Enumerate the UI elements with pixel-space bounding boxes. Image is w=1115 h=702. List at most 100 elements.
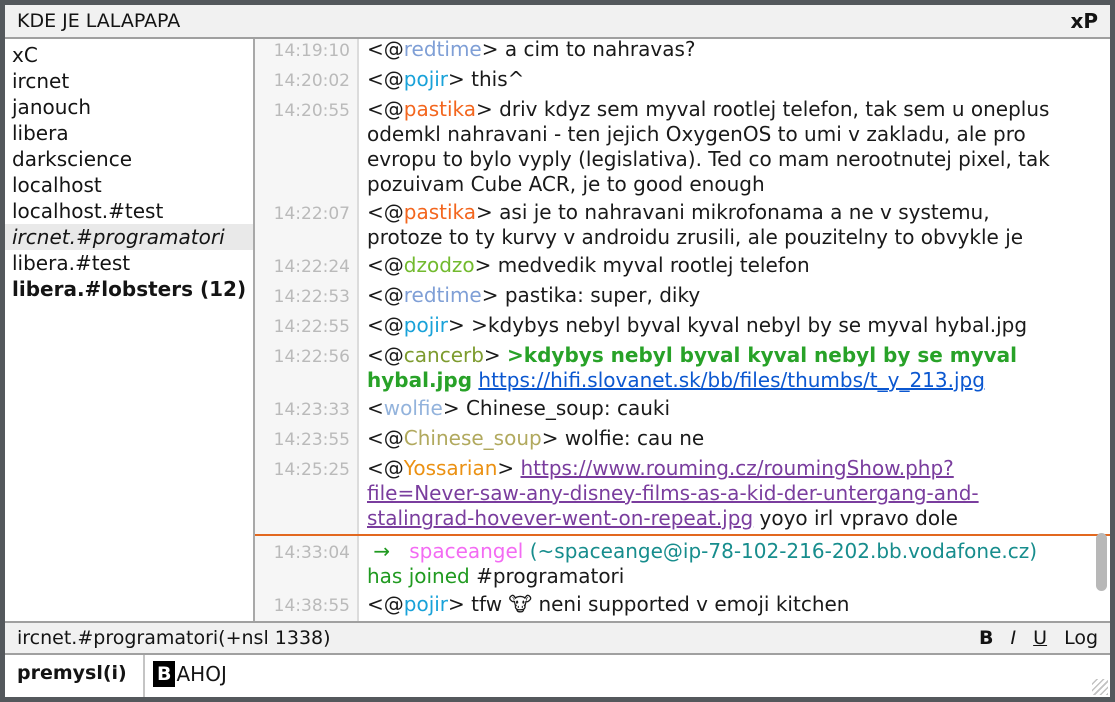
nick: redtime	[404, 39, 482, 61]
sidebar-item[interactable]: localhost.#test	[5, 198, 253, 224]
message-body: <@pastika> driv kdyz sem myval rootlej t…	[367, 97, 1110, 197]
message-list: vadi, tak at mi nevola14:19:10<@redtime>…	[255, 39, 1110, 621]
message-body: <@cancerb> >kdybys nebyl byval kyval neb…	[367, 343, 1110, 393]
timestamp: 14:22:53	[255, 285, 359, 310]
message-body: <@pojir> tfw 🐮 neni supported v emoji ki…	[367, 592, 1110, 617]
main-area: xCircnetjanouchliberadarksciencelocalhos…	[5, 39, 1110, 621]
message-body: <@Yossarian> https://www.rouming.cz/roum…	[367, 456, 1110, 531]
nick: pastika	[404, 97, 476, 121]
link[interactable]: https://hifi.slovanet.sk/bb/files/thumbs…	[478, 368, 985, 392]
sidebar-item[interactable]: libera.#test	[5, 250, 253, 276]
join-arrow: →	[373, 539, 390, 563]
timestamp: 14:19:10	[255, 39, 359, 64]
text-segment: <@	[367, 592, 404, 616]
text-segment: > wolfie: cau ne	[542, 426, 705, 450]
underline-button[interactable]: U	[1033, 627, 1047, 649]
message-body: <@redtime> pastika: super, diky	[367, 283, 1110, 308]
nick: Yossarian	[404, 456, 498, 480]
chat-message: 14:25:25 <@Yossarian> https://www.rouming…	[255, 456, 1110, 531]
text-segment: > a cim to nahravas?	[482, 39, 696, 61]
nick: pastika	[404, 200, 476, 224]
text-segment: <	[367, 396, 384, 420]
sidebar-item[interactable]: ircnet.#programatori	[5, 224, 253, 250]
chat-message: 14:19:10 <@redtime> a cim to nahravas?	[255, 39, 1110, 64]
sidebar-item[interactable]: libera.#lobsters (12)	[5, 276, 253, 302]
chat-area: vadi, tak at mi nevola14:19:10<@redtime>…	[255, 39, 1110, 621]
sidebar-item[interactable]: libera	[5, 120, 253, 146]
text-segment: <@	[367, 343, 404, 367]
message-body: <@dzodzo> medvedik myval rootlej telefon	[367, 253, 1110, 278]
text-segment: > tfw 🐮 neni supported v emoji kitchen	[448, 592, 849, 616]
sidebar-item[interactable]: xC	[5, 42, 253, 68]
nick: pojir	[404, 592, 448, 616]
nick: dzodzo	[404, 253, 475, 277]
nick: cancerb	[404, 343, 484, 367]
text-segment: <@	[367, 97, 404, 121]
nick: spaceangel	[409, 539, 523, 563]
chat-message: 14:20:55 <@pastika> driv kdyz sem myval r…	[255, 97, 1110, 197]
nick: pojir	[404, 67, 448, 91]
bold-control-char: B	[153, 661, 175, 687]
message-body: <@pojir> >kdybys nebyl byval kyval nebyl…	[367, 313, 1110, 338]
join-message: 14:33:04 → spaceangel (~spaceange@ip-78-…	[255, 539, 1110, 589]
log-button[interactable]: Log	[1064, 627, 1098, 649]
text-segment: <@	[367, 200, 404, 224]
bold-button[interactable]: B	[979, 627, 993, 649]
text-segment: >	[484, 343, 507, 367]
hostmask: (~spaceange@ip-78-102-216-202.bb.vodafon…	[530, 539, 1037, 563]
text-segment: #programatori	[470, 564, 625, 588]
nick: Chinese_soup	[404, 426, 542, 450]
text-segment: > Chinese_soup: cauki	[443, 396, 670, 420]
text-segment: has joined	[367, 564, 470, 588]
italic-button[interactable]: I	[1011, 627, 1017, 649]
message-body: <wolfie> Chinese_soup: cauki	[367, 396, 1110, 421]
nick: pojir	[404, 313, 448, 337]
chat-message: 14:23:55 <@Chinese_soup> wolfie: cau ne	[255, 426, 1110, 453]
resize-grip-icon[interactable]	[1092, 679, 1108, 695]
timestamp: 14:25:25	[255, 458, 359, 483]
sidebar-item[interactable]: janouch	[5, 94, 253, 120]
timestamp: 14:22:24	[255, 255, 359, 280]
timestamp: 14:20:55	[255, 99, 359, 124]
text-segment: > medvedik myval rootlej telefon	[475, 253, 810, 277]
sidebar-item[interactable]: darkscience	[5, 146, 253, 172]
text-segment	[1037, 539, 1043, 563]
sidebar-item[interactable]: localhost	[5, 172, 253, 198]
chat-message: 14:22:07 <@pastika> asi je to nahravani m…	[255, 200, 1110, 250]
timestamp: 14:20:02	[255, 69, 359, 94]
text-segment: yoyo irl vpravo dole	[753, 506, 958, 530]
timestamp: 14:22:55	[255, 315, 359, 340]
chat-message: 14:22:56 <@cancerb> >kdybys nebyl byval k…	[255, 343, 1110, 393]
text-segment: <@	[367, 253, 404, 277]
text-segment: <@	[367, 283, 404, 307]
status-bar: ircnet.#programatori(+nsl 1338) BIU Log	[5, 621, 1110, 653]
message-body: <@Chinese_soup> wolfie: cau ne	[367, 426, 1110, 451]
message-body: <@pastika> asi je to nahravani mikrofona…	[367, 200, 1110, 250]
timestamp: 14:22:56	[255, 345, 359, 370]
chat-message: 14:23:33<wolfie> Chinese_soup: cauki	[255, 396, 1110, 423]
message-input[interactable]: B AHOJ	[145, 655, 1110, 697]
timestamp: 14:23:55	[255, 428, 359, 453]
message-body: <@redtime> a cim to nahravas?	[367, 39, 1110, 62]
text-segment: <@	[367, 313, 404, 337]
format-buttons: BIU Log	[979, 627, 1098, 649]
nick: redtime	[404, 283, 482, 307]
text-segment: >	[497, 456, 520, 480]
message-body: → spaceangel (~spaceange@ip-78-102-216-2…	[367, 539, 1110, 589]
timestamp: 14:38:55	[255, 594, 359, 619]
chat-message: 14:38:55 <@pojir> tfw 🐮 neni supported v …	[255, 592, 1110, 619]
timestamp: 14:33:04	[255, 541, 359, 566]
channel-status: ircnet.#programatori(+nsl 1338)	[17, 627, 979, 649]
close-button[interactable]: xP	[1070, 9, 1098, 33]
chat-message: 14:22:53 <@redtime> pastika: super, diky	[255, 283, 1110, 310]
buffer-list: xCircnetjanouchliberadarksciencelocalhos…	[5, 39, 255, 621]
text-segment: > >kdybys nebyl byval kyval nebyl by se …	[448, 313, 1027, 337]
timestamp: 14:22:07	[255, 202, 359, 227]
scrollbar-thumb[interactable]	[1096, 533, 1107, 591]
title-bar: KDE JE LALAPAPA xP	[5, 5, 1110, 39]
chat-message: 14:22:24 <@dzodzo> medvedik myval rootlej…	[255, 253, 1110, 280]
text-segment: <@	[367, 426, 404, 450]
sidebar-item[interactable]: ircnet	[5, 68, 253, 94]
message-body: <@pojir> this^	[367, 67, 1110, 92]
text-segment: <@	[367, 39, 404, 61]
